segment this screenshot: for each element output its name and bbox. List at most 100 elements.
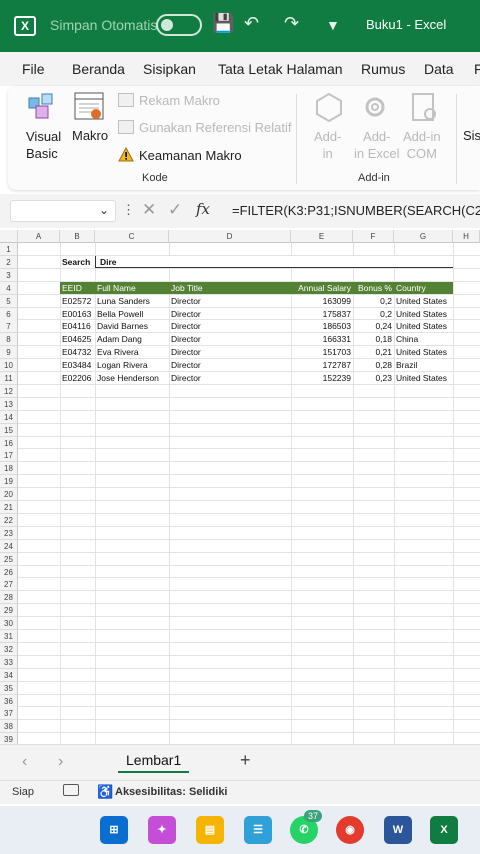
table-cell[interactable]: E02572 <box>60 295 95 307</box>
table-cell[interactable]: 166331 <box>291 333 353 345</box>
table-cell[interactable]: Logan Rivera <box>95 359 169 371</box>
table-cell[interactable]: Adam Dang <box>95 333 169 345</box>
table-cell[interactable]: United States <box>394 346 453 358</box>
chevron-down-icon[interactable]: ⌄ <box>99 203 109 217</box>
table-cell[interactable]: United States <box>394 320 453 332</box>
row-header-2[interactable]: 2 <box>0 255 18 269</box>
customize-toolbar-icon[interactable]: ▼ <box>326 17 340 33</box>
row-header-22[interactable]: 22 <box>0 513 18 527</box>
select-all-corner[interactable] <box>0 230 18 243</box>
chrome-icon[interactable]: ◉ <box>336 816 364 844</box>
row-header-20[interactable]: 20 <box>0 488 18 502</box>
row-header-16[interactable]: 16 <box>0 436 18 450</box>
table-cell[interactable]: 0,18 <box>353 333 394 345</box>
table-cell[interactable]: 0,28 <box>353 359 394 371</box>
table-cell[interactable]: United States <box>394 372 453 384</box>
row-header-9[interactable]: 9 <box>0 346 18 360</box>
row-header-32[interactable]: 32 <box>0 642 18 656</box>
row-header-37[interactable]: 37 <box>0 707 18 721</box>
row-header-23[interactable]: 23 <box>0 526 18 540</box>
menu-insert[interactable]: Sisipkan <box>143 61 196 77</box>
relative-reference-button[interactable]: Gunakan Referensi Relatif <box>139 120 291 135</box>
word-icon[interactable]: W <box>384 816 412 844</box>
table-cell[interactable]: E02206 <box>60 372 95 384</box>
more-options-icon[interactable]: ⋮ <box>122 202 135 218</box>
row-header-13[interactable]: 13 <box>0 397 18 411</box>
table-cell[interactable]: United States <box>394 308 453 320</box>
row-header-29[interactable]: 29 <box>0 604 18 618</box>
row-header-38[interactable]: 38 <box>0 720 18 734</box>
table-header-cell[interactable]: Annual Salary <box>291 281 353 294</box>
table-cell[interactable]: E04625 <box>60 333 95 345</box>
row-header-31[interactable]: 31 <box>0 630 18 643</box>
table-cell[interactable]: Director <box>169 320 291 332</box>
column-header-b[interactable]: B <box>60 230 95 243</box>
row-header-25[interactable]: 25 <box>0 552 18 566</box>
table-cell[interactable]: Director <box>169 372 291 384</box>
table-cell[interactable]: 163099 <box>291 295 353 307</box>
table-cell[interactable]: E03484 <box>60 359 95 371</box>
row-header-26[interactable]: 26 <box>0 565 18 579</box>
table-cell[interactable]: E04732 <box>60 346 95 358</box>
column-header-e[interactable]: E <box>291 230 353 243</box>
undo-icon[interactable]: ↶ <box>244 13 259 34</box>
table-header-cell[interactable]: Country <box>394 281 453 294</box>
table-header-cell[interactable]: EEID <box>60 281 95 294</box>
column-header-c[interactable]: C <box>95 230 169 243</box>
com-addin-button[interactable]: Add-in COM <box>403 128 441 162</box>
cancel-icon[interactable]: ✕ <box>142 200 156 220</box>
row-header-35[interactable]: 35 <box>0 681 18 695</box>
row-header-1[interactable]: 1 <box>0 243 18 256</box>
table-cell[interactable]: China <box>394 333 453 345</box>
table-header-cell[interactable]: Full Name <box>95 281 169 294</box>
table-cell[interactable]: David Barnes <box>95 320 169 332</box>
row-header-36[interactable]: 36 <box>0 694 18 708</box>
table-cell[interactable]: Director <box>169 346 291 358</box>
insert-function-icon[interactable]: fx <box>196 200 210 218</box>
menu-more[interactable]: F <box>474 61 480 77</box>
table-cell[interactable]: 186503 <box>291 320 353 332</box>
table-cell[interactable]: Jose Henderson <box>95 372 169 384</box>
row-header-11[interactable]: 11 <box>0 372 18 385</box>
formula-input[interactable]: =FILTER(K3:P31;ISNUMBER(SEARCH(C2 <box>232 203 480 218</box>
row-header-34[interactable]: 34 <box>0 668 18 682</box>
table-cell[interactable]: Director <box>169 333 291 345</box>
row-header-7[interactable]: 7 <box>0 320 18 334</box>
table-cell[interactable]: Director <box>169 295 291 307</box>
table-header-cell[interactable]: Bonus % <box>353 281 394 294</box>
table-cell[interactable]: 0,2 <box>353 295 394 307</box>
excel-taskbar-icon[interactable]: X <box>430 816 458 844</box>
row-header-19[interactable]: 19 <box>0 475 18 489</box>
table-cell[interactable]: Director <box>169 308 291 320</box>
table-cell[interactable]: 152239 <box>291 372 353 384</box>
chevron-right-icon[interactable]: › <box>58 753 63 771</box>
row-header-5[interactable]: 5 <box>0 294 18 308</box>
table-cell[interactable]: United States <box>394 295 453 307</box>
name-box[interactable]: ⌄ <box>10 200 116 222</box>
tab-lembar1[interactable]: Lembar1 <box>118 752 190 773</box>
row-header-4[interactable]: 4 <box>0 281 18 295</box>
row-header-17[interactable]: 17 <box>0 449 18 463</box>
menu-formulas[interactable]: Rumus <box>361 61 405 77</box>
column-header-a[interactable]: A <box>18 230 60 243</box>
menu-page-layout[interactable]: Tata Letak Halaman <box>218 61 343 77</box>
row-header-27[interactable]: 27 <box>0 578 18 592</box>
table-cell[interactable]: Eva Rivera <box>95 346 169 358</box>
row-header-15[interactable]: 15 <box>0 423 18 437</box>
accessibility-icon[interactable]: ♿ <box>97 784 113 800</box>
visual-basic-icon[interactable] <box>26 90 58 120</box>
table-cell[interactable]: 0,2 <box>353 308 394 320</box>
row-header-28[interactable]: 28 <box>0 591 18 605</box>
redo-icon[interactable]: ↷ <box>284 13 299 34</box>
add-sheet-button[interactable]: + <box>240 750 251 771</box>
table-cell[interactable]: 0,21 <box>353 346 394 358</box>
row-header-12[interactable]: 12 <box>0 384 18 398</box>
row-header-6[interactable]: 6 <box>0 307 18 321</box>
menu-file[interactable]: File <box>22 61 45 77</box>
column-header-f[interactable]: F <box>353 230 394 243</box>
file-explorer-icon[interactable]: ▤ <box>196 816 224 844</box>
save-icon[interactable]: 💾 <box>212 13 234 34</box>
accessibility-status[interactable]: Aksesibilitas: Selidiki <box>115 786 228 798</box>
table-cell[interactable]: Director <box>169 359 291 371</box>
macro-security-button[interactable]: Keamanan Makro <box>139 148 242 163</box>
